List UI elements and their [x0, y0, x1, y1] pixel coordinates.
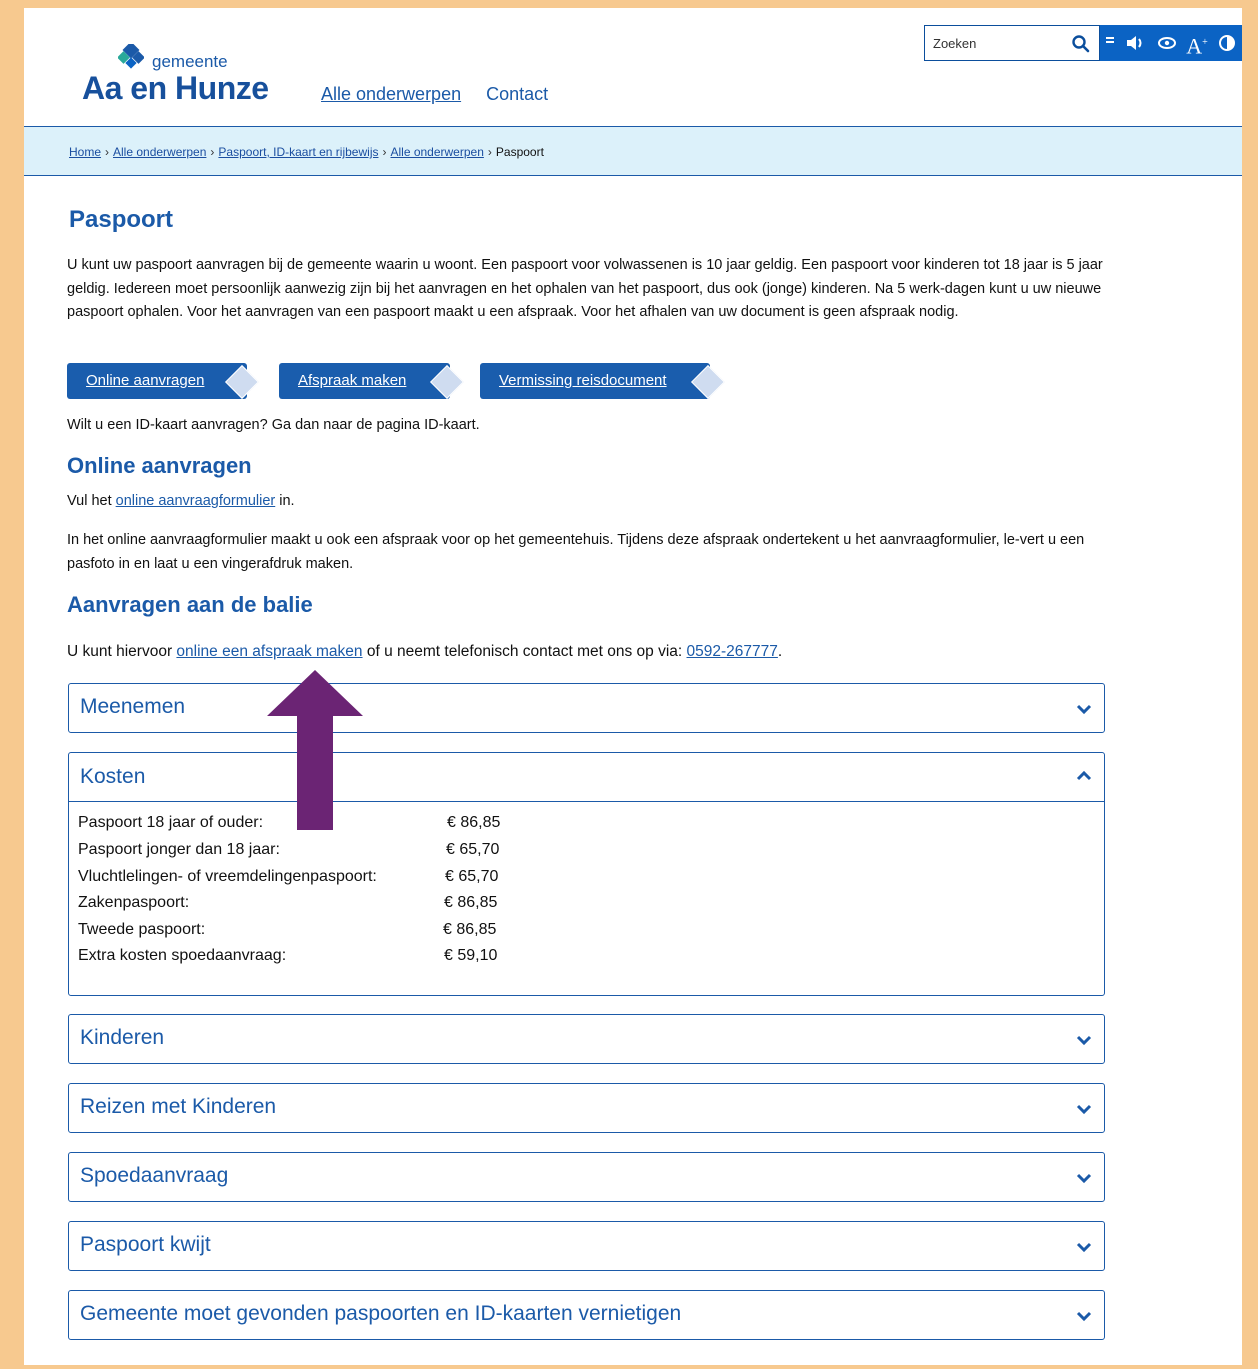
accordion-kosten: Kosten Paspoort 18 jaar of ouder: € 86,8…	[68, 752, 1105, 996]
contrast-icon[interactable]	[1214, 25, 1240, 61]
breadcrumb-separator: ›	[487, 145, 492, 159]
kosten-label: Tweede paspoort:	[78, 921, 206, 938]
balie-paragraph: U kunt hiervoor online een afspraak make…	[67, 640, 1117, 664]
online-aanvragen-button[interactable]: Online aanvragen	[67, 363, 259, 399]
balie-post: .	[777, 643, 783, 660]
chevron-down-icon	[1076, 1173, 1092, 1184]
annotation-arrow-icon	[267, 670, 363, 830]
eye-icon[interactable]	[1154, 25, 1180, 61]
accordion-title: Kinderen	[80, 1026, 165, 1049]
kosten-value: € 65,70	[446, 841, 500, 858]
breadcrumb-separator: ›	[105, 145, 110, 159]
diamond-icon	[225, 365, 259, 399]
search-box	[924, 25, 1100, 61]
speaker-icon[interactable]	[1122, 25, 1150, 61]
accordion-reizen-met-kinderen[interactable]: Reizen met Kinderen	[68, 1083, 1105, 1133]
accordion-spoedaanvraag[interactable]: Spoedaanvraag	[68, 1152, 1105, 1202]
chevron-up-icon	[1076, 770, 1092, 781]
kosten-value: € 86,85	[447, 814, 501, 831]
balie-pre: U kunt hiervoor	[67, 643, 177, 660]
idkaart-note: Wilt u een ID-kaart aanvragen? Ga dan na…	[67, 417, 480, 433]
accordion-title: Kosten	[80, 765, 146, 788]
breadcrumb-current: Paspoort	[495, 145, 544, 159]
accordion-title: Spoedaanvraag	[80, 1164, 229, 1187]
kosten-value: € 59,10	[444, 947, 498, 964]
balie-mid: of u neemt telefonisch contact met ons o…	[362, 643, 687, 660]
accordion-kosten-header[interactable]: Kosten	[69, 753, 1104, 802]
chevron-down-icon	[1076, 1035, 1092, 1046]
accordion-title: Reizen met Kinderen	[80, 1095, 277, 1118]
accessibility-toolbar: A+	[1100, 25, 1242, 61]
intro-text: U kunt uw paspoort aanvragen bij de geme…	[67, 257, 1103, 320]
vermissing-reisdocument-label: Vermissing reisdocument	[499, 372, 667, 389]
diamond-icon	[691, 365, 725, 399]
online-aanvragen-line: Vul het online aanvraagformulier in.	[67, 490, 1117, 514]
chevron-down-icon	[1076, 1242, 1092, 1253]
logo-diamond-icon	[118, 44, 144, 69]
accordion-kinderen[interactable]: Kinderen	[68, 1014, 1105, 1064]
text-size-icon[interactable]: A+	[1184, 25, 1210, 61]
page: gemeente Aa en Hunze Alle onderwerpen Co…	[24, 8, 1242, 1365]
breadcrumb-paspoort-id-rijbewijs[interactable]: Paspoort, ID-kaart en rijbewijs	[218, 145, 378, 159]
menu-icon[interactable]	[1102, 25, 1118, 61]
breadcrumb-separator: ›	[382, 145, 387, 159]
page-title: Paspoort	[69, 206, 174, 233]
kosten-label: Paspoort 18 jaar of ouder:	[78, 814, 264, 831]
accordion-title: Gemeente moet gevonden paspoorten en ID-…	[80, 1302, 682, 1325]
breadcrumb-alle-onderwerpen[interactable]: Alle onderwerpen	[113, 145, 206, 159]
online-line-pre: Vul het	[67, 493, 116, 509]
online-aanvraagformulier-link[interactable]: online aanvraagformulier	[116, 493, 276, 509]
nav-alle-onderwerpen[interactable]: Alle onderwerpen	[321, 84, 461, 104]
kosten-label: Vluchtlelingen- of vreemdelingenpaspoort…	[78, 868, 377, 885]
phone-link[interactable]: 0592-267777	[687, 643, 778, 660]
kosten-label: Extra kosten spoedaanvraag:	[78, 947, 287, 964]
afspraak-maken-button[interactable]: Afspraak maken	[279, 363, 464, 399]
breadcrumb: Home › Alle onderwerpen › Paspoort, ID-kaart…	[24, 126, 1242, 176]
kosten-label: Paspoort jonger dan 18 jaar:	[78, 841, 280, 858]
search-input[interactable]	[931, 35, 1065, 52]
kosten-value: € 65,70	[445, 868, 499, 885]
accordion-vernietigen[interactable]: Gemeente moet gevonden paspoorten en ID-…	[68, 1290, 1105, 1340]
accordion-title: Meenemen	[80, 695, 186, 718]
online-afspraak-link[interactable]: online een afspraak maken	[176, 643, 362, 660]
kosten-value: € 86,85	[444, 894, 498, 911]
kosten-value: € 86,85	[443, 921, 497, 938]
online-line-post: in.	[275, 493, 295, 509]
breadcrumb-home[interactable]: Home	[69, 145, 101, 159]
online-aanvragen-label: Online aanvragen	[86, 372, 205, 389]
nav-contact[interactable]: Contact	[486, 84, 548, 104]
chevron-down-icon	[1076, 1104, 1092, 1115]
diamond-icon	[430, 365, 464, 399]
afspraak-maken-label: Afspraak maken	[298, 372, 407, 389]
logo-subtitle: gemeente	[152, 52, 228, 71]
accordion-meenemen[interactable]: Meenemen	[68, 683, 1105, 733]
kosten-label: Zakenpaspoort:	[78, 894, 190, 911]
breadcrumb-separator: ›	[210, 145, 215, 159]
accordion-paspoort-kwijt[interactable]: Paspoort kwijt	[68, 1221, 1105, 1271]
chevron-down-icon	[1076, 1311, 1092, 1322]
vermissing-reisdocument-button[interactable]: Vermissing reisdocument	[480, 363, 725, 399]
balie-heading: Aanvragen aan de balie	[67, 592, 313, 617]
online-aanvragen-paragraph: In het online aanvraagformulier maakt u …	[67, 532, 1085, 572]
chevron-down-icon	[1076, 704, 1092, 715]
logo-title: Aa en Hunze	[82, 70, 269, 106]
breadcrumb-alle-onderwerpen-2[interactable]: Alle onderwerpen	[390, 145, 483, 159]
online-aanvragen-heading: Online aanvragen	[67, 453, 252, 478]
search-icon[interactable]	[1071, 34, 1091, 54]
top-navigation: Alle onderwerpen Contact	[321, 84, 568, 105]
accordion-title: Paspoort kwijt	[80, 1233, 211, 1256]
